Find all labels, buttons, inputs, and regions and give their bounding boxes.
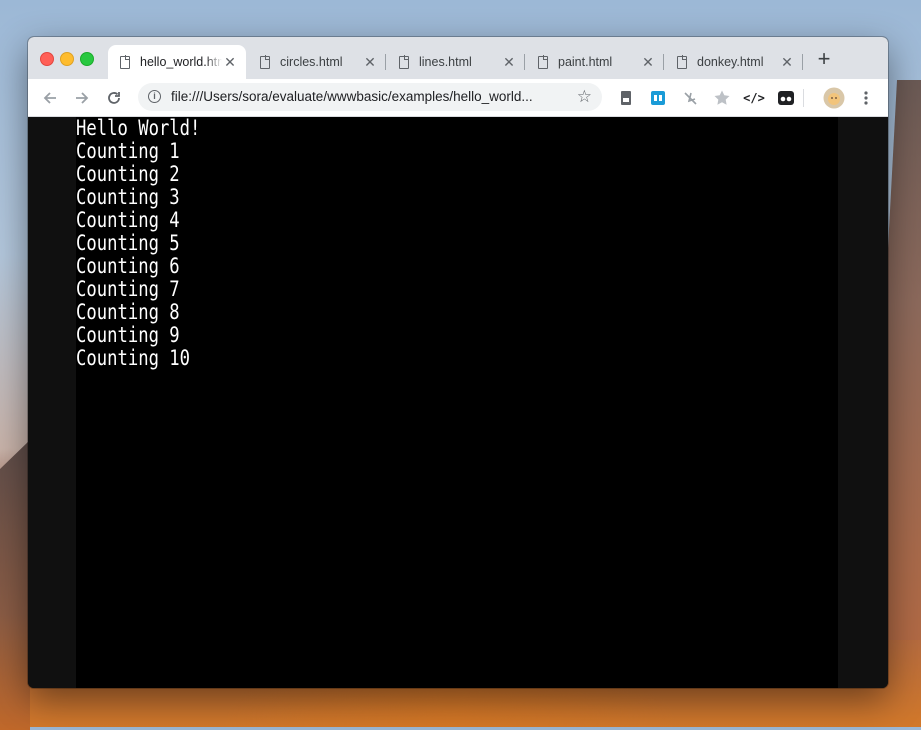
back-button[interactable] — [38, 86, 62, 110]
tab-separator — [802, 54, 803, 70]
forward-arrow-icon — [76, 92, 89, 104]
tab-separator — [663, 54, 664, 70]
tab-circles[interactable]: circles.html ✕ — [248, 45, 386, 79]
tab-close-icon[interactable]: ✕ — [501, 54, 517, 71]
file-icon — [260, 55, 271, 69]
reload-icon — [108, 92, 120, 104]
mask-extension-icon[interactable] — [777, 89, 795, 107]
console-line: Counting 10 — [76, 346, 191, 370]
document-extension-icon[interactable] — [617, 89, 635, 107]
window-close-button[interactable] — [40, 52, 54, 66]
file-icon — [120, 55, 131, 69]
tab-close-icon[interactable]: ✕ — [779, 54, 795, 71]
tab-title: lines.html — [419, 55, 472, 69]
tab-strip: hello_world.html ✕ circles.html ✕ lines.… — [28, 37, 888, 79]
tab-title: hello_world.html — [140, 55, 222, 69]
console-line: Counting 5 — [76, 231, 180, 255]
console-line: Counting 7 — [76, 277, 180, 301]
code-extension-icon[interactable]: </> — [743, 89, 765, 107]
bookmark-star-icon[interactable]: ☆ — [577, 87, 592, 107]
browser-window: hello_world.html ✕ circles.html ✕ lines.… — [28, 37, 888, 688]
tab-separator — [385, 54, 386, 70]
new-tab-button[interactable]: + — [814, 48, 834, 70]
pin-extension-icon[interactable] — [681, 89, 699, 107]
tab-title: circles.html — [280, 55, 343, 69]
basic-console-canvas[interactable]: Hello World! Counting 1 Counting 2 Count… — [76, 117, 838, 688]
tab-lines[interactable]: lines.html ✕ — [387, 45, 525, 79]
profile-avatar[interactable] — [823, 87, 845, 109]
info-icon[interactable]: i — [148, 90, 161, 103]
blue-extension-icon[interactable] — [649, 89, 667, 107]
wallpaper-mountain-left — [0, 440, 30, 730]
window-maximize-button[interactable] — [80, 52, 94, 66]
tab-title: paint.html — [558, 55, 613, 69]
tab-separator — [524, 54, 525, 70]
reload-button[interactable] — [102, 86, 126, 110]
console-line: Hello World! — [76, 116, 201, 140]
menu-dots-icon[interactable] — [857, 89, 875, 107]
console-line: Counting 4 — [76, 208, 180, 232]
tab-close-icon[interactable]: ✕ — [362, 54, 378, 71]
toolbar-divider — [803, 89, 804, 107]
tab-donkey[interactable]: donkey.html ✕ — [665, 45, 803, 79]
console-line: Counting 1 — [76, 139, 180, 163]
page-content: Hello World! Counting 1 Counting 2 Count… — [28, 117, 888, 688]
window-minimize-button[interactable] — [60, 52, 74, 66]
console-line: Counting 3 — [76, 185, 180, 209]
file-icon — [538, 55, 549, 69]
tab-paint[interactable]: paint.html ✕ — [526, 45, 664, 79]
tab-title: donkey.html — [697, 55, 764, 69]
tab-close-icon[interactable]: ✕ — [640, 54, 656, 71]
console-line: Counting 2 — [76, 162, 180, 186]
back-arrow-icon — [43, 92, 56, 104]
console-line: Counting 6 — [76, 254, 180, 278]
file-icon — [677, 55, 688, 69]
file-icon — [399, 55, 410, 69]
tab-close-icon[interactable]: ✕ — [222, 54, 238, 71]
address-bar[interactable]: i file:///Users/sora/evaluate/wwwbasic/e… — [138, 83, 602, 111]
console-line: Counting 9 — [76, 323, 180, 347]
browser-toolbar: i file:///Users/sora/evaluate/wwwbasic/e… — [28, 79, 888, 117]
star-extension-icon[interactable] — [713, 89, 731, 107]
forward-button[interactable] — [70, 86, 94, 110]
tab-hello-world[interactable]: hello_world.html ✕ — [108, 45, 246, 79]
console-line: Counting 8 — [76, 300, 180, 324]
address-url[interactable]: file:///Users/sora/evaluate/wwwbasic/exa… — [171, 89, 566, 104]
